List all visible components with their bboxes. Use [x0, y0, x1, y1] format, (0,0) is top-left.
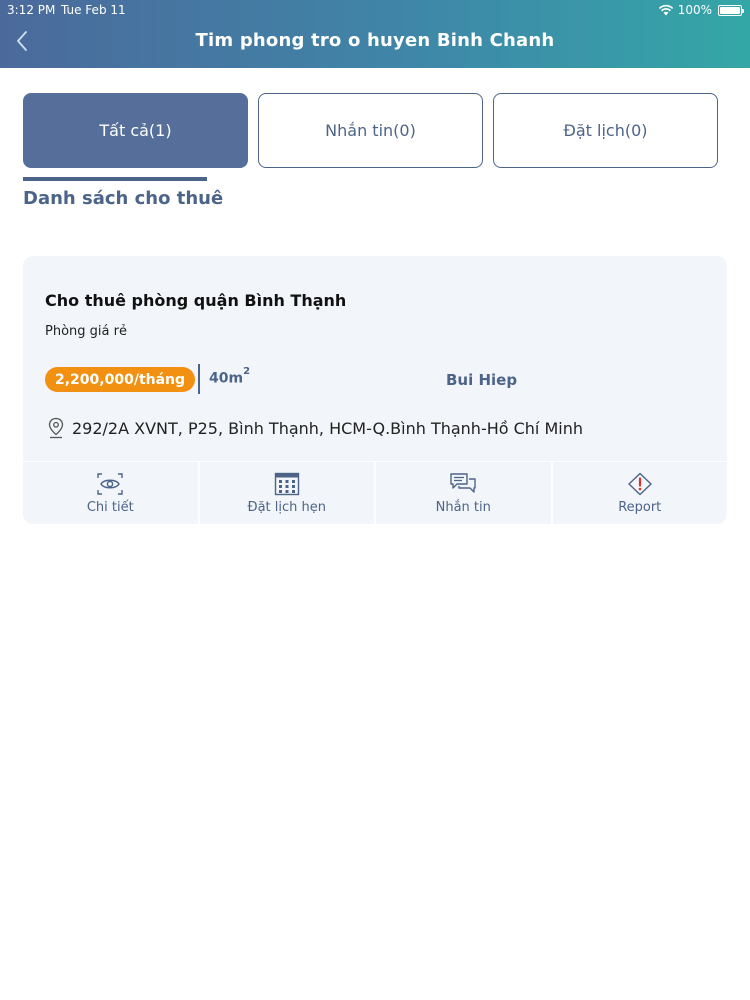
area-value: 40m2 — [209, 366, 251, 387]
listing-address: 292/2A XVNT, P25, Bình Thạnh, HCM-Q.Bình… — [72, 419, 583, 438]
owner-name: Bui Hiep — [446, 371, 518, 389]
listing-title: Cho thuê phòng quận Bình Thạnh — [45, 291, 347, 310]
tab-all[interactable]: Tất cả(1) — [23, 93, 248, 168]
price-badge: 2,200,000/tháng — [45, 367, 196, 392]
book-appointment-label: Đặt lịch hẹn — [247, 500, 327, 515]
location-pin-icon — [48, 417, 64, 439]
calendar-icon — [273, 472, 301, 496]
filter-tabs: Tất cả(1) Nhắn tin(0) Đặt lịch(0) — [23, 93, 718, 168]
warning-icon — [626, 472, 654, 496]
top-bar: 3:12 PM Tue Feb 11 100% Tim phong tro o … — [0, 0, 750, 68]
tab-messages[interactable]: Nhắn tin(0) — [258, 93, 483, 168]
details-button[interactable]: Chi tiết — [23, 462, 200, 524]
area-text: 40m — [209, 370, 244, 387]
book-appointment-button[interactable]: Đặt lịch hẹn — [200, 462, 376, 524]
battery-icon — [718, 4, 744, 16]
status-time: 3:12 PM — [7, 3, 56, 17]
message-label: Nhắn tin — [435, 500, 491, 515]
chat-icon — [449, 472, 477, 496]
message-button[interactable]: Nhắn tin — [376, 462, 553, 524]
listing-actions: Chi tiết Đặt lịch hẹn Nhắn tin Report — [23, 461, 727, 524]
report-label: Report — [618, 500, 662, 515]
section-title: Danh sách cho thuê — [23, 188, 224, 209]
tab-appointments[interactable]: Đặt lịch(0) — [493, 93, 718, 168]
status-indicators: 100% — [658, 3, 744, 17]
wifi-icon — [658, 4, 673, 16]
area-unit-sup: 2 — [243, 366, 251, 377]
section-underline — [23, 177, 207, 181]
listing-card[interactable]: Cho thuê phòng quận Bình Thạnh Phòng giá… — [23, 256, 727, 524]
divider — [198, 364, 200, 394]
report-button[interactable]: Report — [553, 462, 728, 524]
eye-icon — [96, 472, 124, 496]
battery-percent: 100% — [677, 3, 712, 17]
listing-subtitle: Phòng giá rẻ — [45, 324, 127, 339]
status-date: Tue Feb 11 — [61, 3, 126, 17]
details-label: Chi tiết — [86, 500, 134, 515]
page-title: Tim phong tro o huyen Binh Chanh — [195, 30, 555, 51]
